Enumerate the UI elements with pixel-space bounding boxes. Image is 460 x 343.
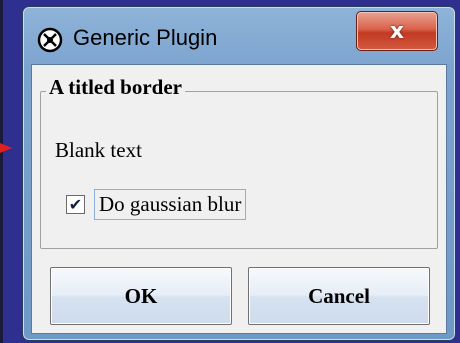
border-title: A titled border	[46, 75, 185, 100]
app-icon	[37, 27, 63, 53]
cancel-button[interactable]: Cancel	[248, 267, 430, 325]
close-button[interactable]: x	[356, 11, 438, 51]
dialog-content: A titled border Blank text ✔ Do gaussian…	[31, 64, 447, 334]
checkmark-icon: ✔	[68, 194, 83, 214]
pointer-arrow-icon	[0, 143, 12, 153]
window-title: Generic Plugin	[73, 25, 218, 50]
gaussian-blur-checkbox-label[interactable]: Do gaussian blur	[94, 189, 247, 220]
gaussian-blur-checkbox[interactable]: ✔	[66, 195, 85, 214]
titled-border-panel	[40, 91, 438, 249]
background-window-edge	[0, 0, 3, 343]
ok-button[interactable]: OK	[50, 267, 232, 325]
plugin-dialog-window: Generic Plugin x A titled border Blank t…	[22, 6, 456, 341]
close-icon: x	[389, 18, 405, 44]
blank-text-label: Blank text	[55, 138, 142, 162]
